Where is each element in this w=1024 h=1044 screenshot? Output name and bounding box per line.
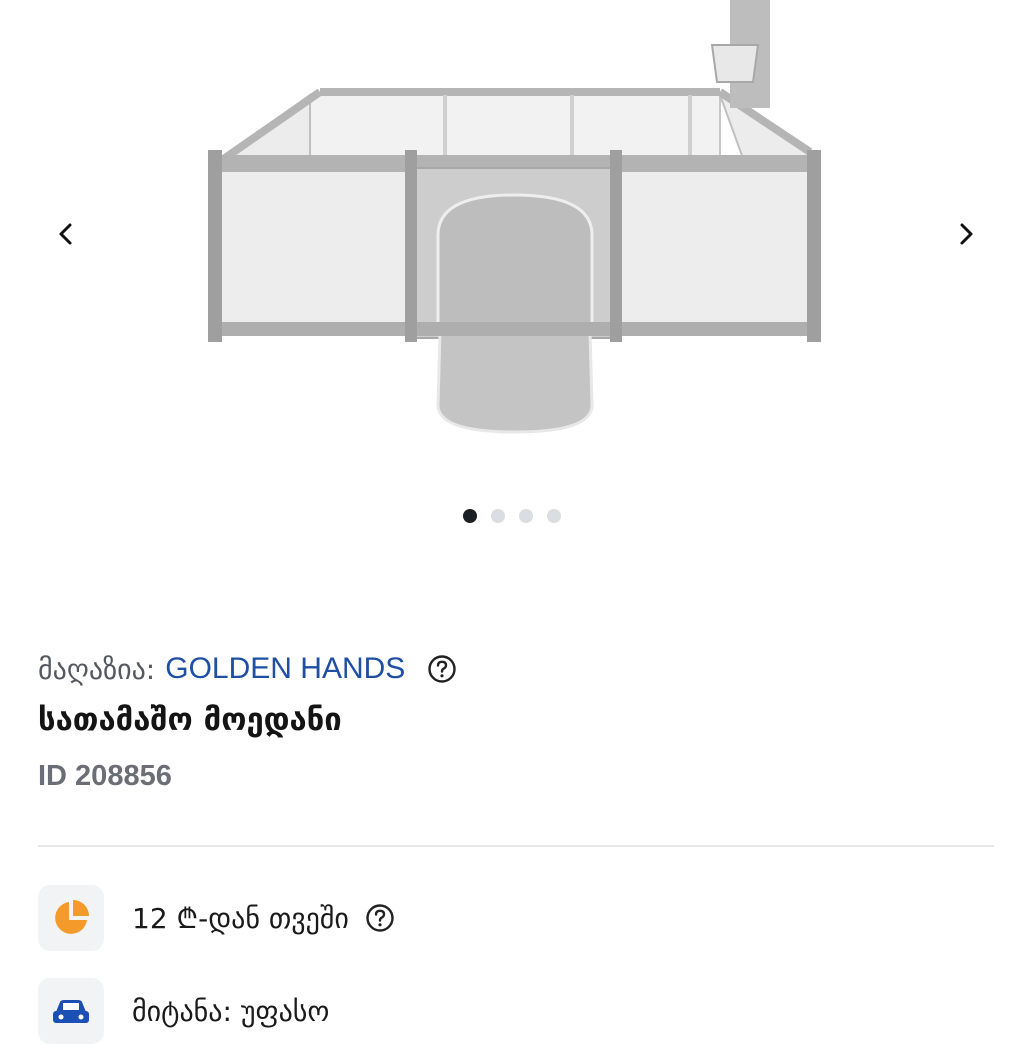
shop-label: მაღაზია: [38, 652, 156, 686]
delivery-row: მიტანა: უფასო [38, 978, 994, 1044]
installment-text: 12 ₾-დან თვეში [132, 902, 349, 935]
product-info: მაღაზია: GOLDEN HANDS სათამაშო მოედანი I… [38, 648, 994, 793]
chevron-right-icon [960, 223, 973, 245]
pie-chart-icon [55, 900, 89, 934]
divider [38, 845, 994, 847]
pagination-dot-4[interactable] [547, 509, 561, 523]
product-gallery[interactable] [0, 0, 1024, 560]
product-id: ID 208856 [38, 760, 172, 792]
shop-link[interactable]: GOLDEN HANDS [165, 652, 405, 686]
shop-row: მაღაზია: GOLDEN HANDS [38, 648, 994, 690]
question-icon[interactable] [365, 903, 395, 933]
car-icon [53, 1000, 89, 1023]
pagination-dot-3[interactable] [519, 509, 533, 523]
pagination-dot-1[interactable] [463, 509, 477, 523]
chevron-left-icon [59, 223, 72, 245]
pagination-dot-2[interactable] [491, 509, 505, 523]
product-title: სათამაშო მოედანი [38, 702, 342, 738]
question-icon[interactable] [427, 654, 457, 684]
installment-row[interactable]: 12 ₾-დან თვეში [38, 885, 994, 951]
installment-icon-box [38, 885, 104, 951]
delivery-icon-box [38, 978, 104, 1044]
next-image-button[interactable] [942, 210, 990, 258]
previous-image-button[interactable] [42, 210, 90, 258]
product-image [208, 0, 821, 434]
gallery-pagination [0, 509, 1024, 523]
delivery-text: მიტანა: უფასო [132, 994, 330, 1028]
